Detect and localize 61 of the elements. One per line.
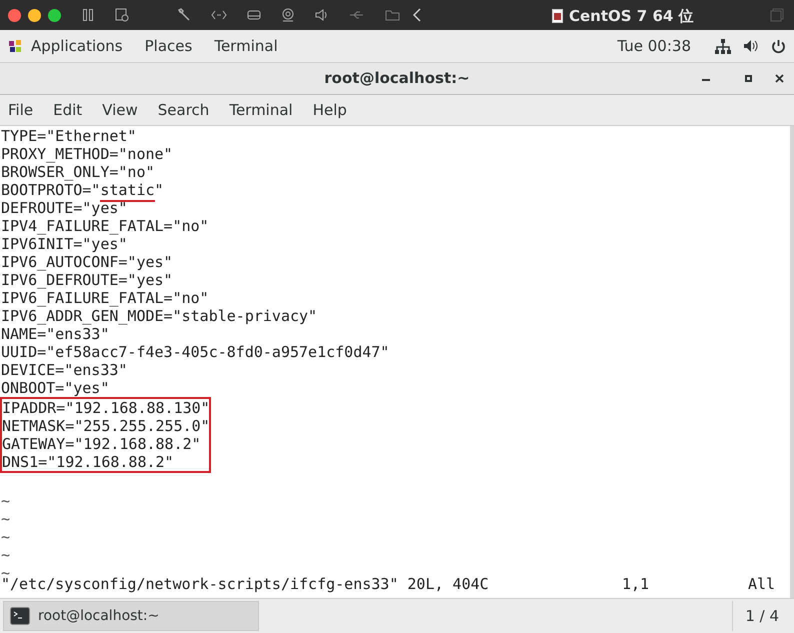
- volume-icon[interactable]: [743, 39, 759, 53]
- menu-item[interactable]: Help: [312, 98, 347, 122]
- menu-item[interactable]: View: [102, 98, 138, 122]
- chevron-left-icon[interactable]: [413, 8, 421, 22]
- code-line: DEFROUTE="yes": [1, 199, 128, 217]
- vm-title: CentOS 7 64 位: [569, 6, 694, 27]
- zoom-window-button[interactable]: [48, 8, 61, 22]
- scroll-position: All: [748, 575, 776, 593]
- code-line: BOOTPROTO="static": [1, 181, 794, 199]
- code-line: TYPE="Ethernet": [1, 127, 138, 145]
- taskbar-item[interactable]: root@localhost:~: [3, 601, 259, 631]
- applications-logo-icon: [8, 38, 23, 54]
- document-icon: [552, 9, 563, 24]
- terminal-icon: [10, 607, 30, 625]
- maximize-icon[interactable]: [745, 75, 752, 82]
- empty-line-marker: ~: [1, 492, 12, 510]
- close-window-button[interactable]: [8, 8, 21, 22]
- code-line: NETMASK="255.255.255.0": [2, 417, 209, 435]
- code-line: DNS1="192.168.88.2": [2, 453, 175, 471]
- network-icon[interactable]: [715, 38, 731, 54]
- code-line: IPADDR="192.168.88.130": [2, 399, 209, 417]
- empty-line-marker: ~: [1, 510, 12, 528]
- code-line: IPV6_ADDR_GEN_MODE="stable-privacy": [1, 307, 318, 325]
- top-bar-menu[interactable]: Places: [144, 34, 192, 58]
- code-line: BROWSER_ONLY="no": [1, 163, 156, 181]
- menu-item[interactable]: Search: [158, 98, 210, 122]
- menu-item[interactable]: Terminal: [229, 98, 293, 122]
- code-line: IPV4_FAILURE_FATAL="no": [1, 217, 210, 235]
- minimize-icon[interactable]: [702, 79, 710, 82]
- snapshot-icon[interactable]: [115, 8, 129, 22]
- code-line: NAME="ens33": [1, 325, 110, 343]
- code-brackets-icon[interactable]: [211, 10, 227, 20]
- power-icon[interactable]: [771, 38, 786, 54]
- minimize-window-button[interactable]: [28, 8, 41, 22]
- code-line: PROXY_METHOD="none": [1, 145, 174, 163]
- code-line: IPV6_FAILURE_FATAL="no": [1, 289, 210, 307]
- usb-icon[interactable]: [349, 10, 365, 20]
- webcam-icon[interactable]: [281, 8, 295, 22]
- code-line: GATEWAY="192.168.88.2": [2, 435, 202, 453]
- window-title: root@localhost:~: [324, 68, 470, 90]
- pause-icon[interactable]: [83, 9, 93, 21]
- speaker-icon[interactable]: [315, 9, 329, 21]
- cursor-position: 1,1: [622, 575, 650, 593]
- top-bar-menu[interactable]: Terminal: [214, 34, 278, 58]
- scrollbar[interactable]: [790, 126, 794, 598]
- clock[interactable]: Tue 00:38: [617, 34, 691, 58]
- menu-item[interactable]: Edit: [53, 98, 82, 122]
- top-bar-menu[interactable]: Applications: [31, 34, 123, 58]
- menu-item[interactable]: File: [8, 98, 34, 122]
- wrench-icon[interactable]: [177, 8, 191, 22]
- shared-folder-icon[interactable]: [385, 9, 401, 21]
- empty-line-marker: ~: [1, 546, 12, 564]
- code-line: ONBOOT="yes": [1, 379, 110, 397]
- code-line: UUID="ef58acc7-f4e3-405c-8fd0-a957e1cf0d47": [1, 343, 390, 361]
- workspace-switcher[interactable]: 1 / 4: [732, 601, 791, 631]
- empty-line-marker: ~: [1, 528, 12, 546]
- close-icon[interactable]: [775, 74, 784, 83]
- code-line: DEVICE="ens33": [1, 361, 128, 379]
- code-line: IPV6INIT="yes": [1, 235, 128, 253]
- code-line: IPV6_DEFROUTE="yes": [1, 271, 174, 289]
- code-line: IPV6_AUTOCONF="yes": [1, 253, 174, 271]
